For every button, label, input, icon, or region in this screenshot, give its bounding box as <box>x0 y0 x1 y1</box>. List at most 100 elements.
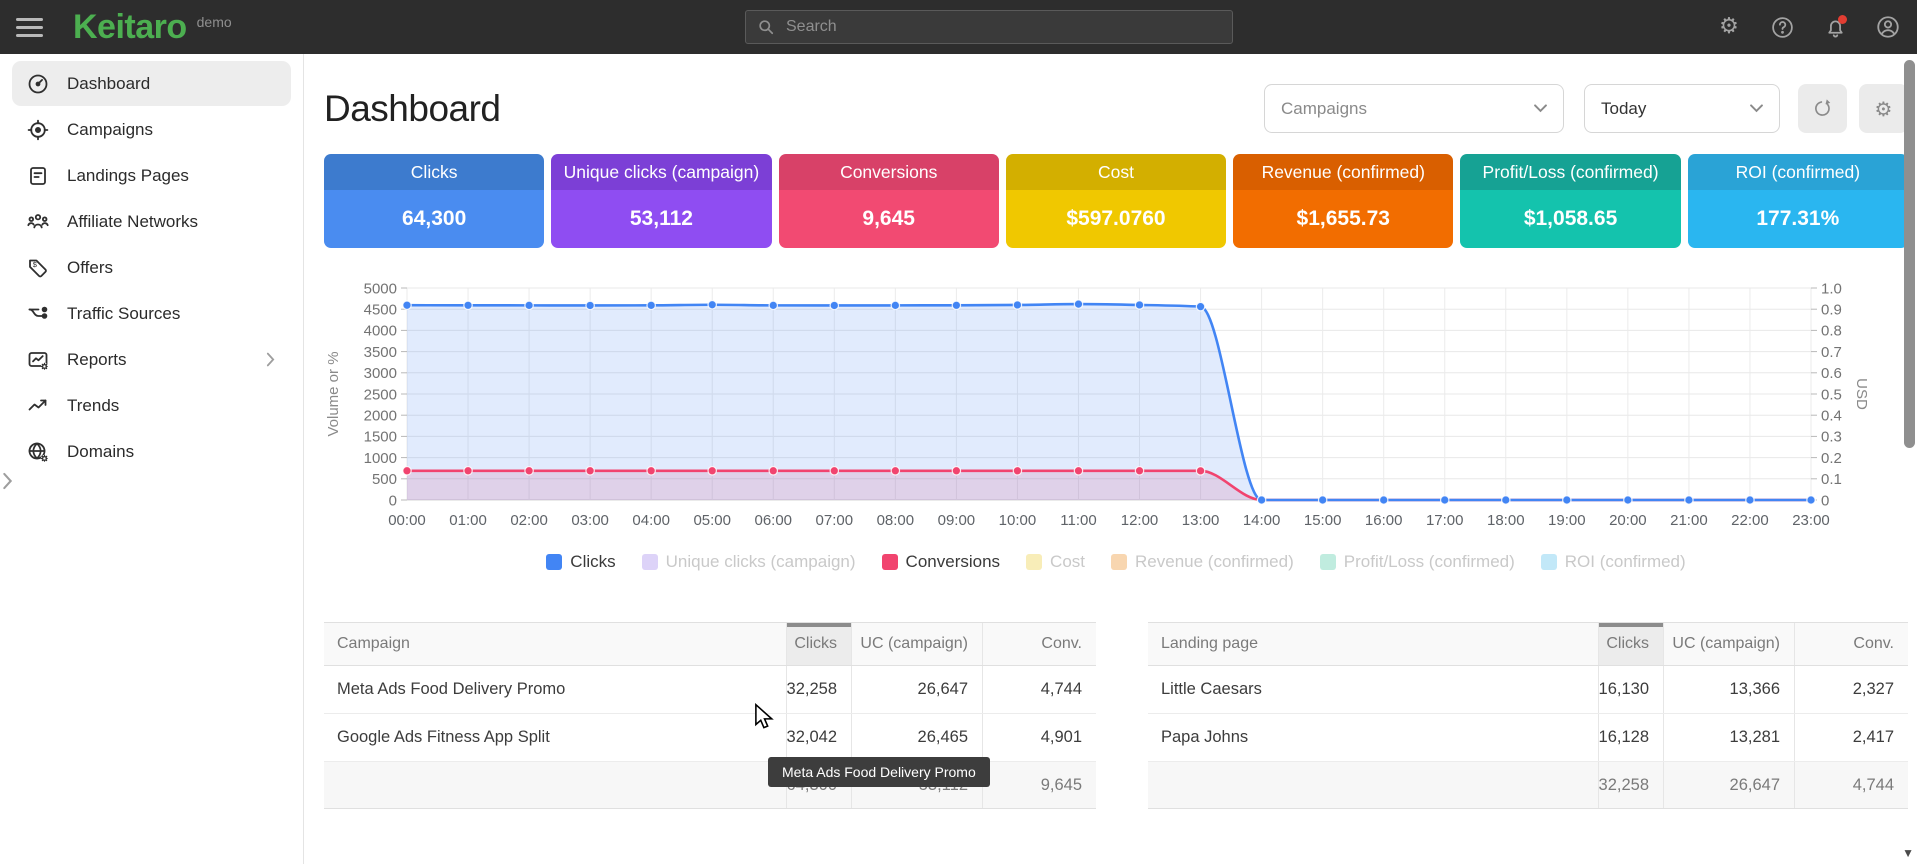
row-name[interactable]: Meta Ads Food Delivery Promo <box>324 666 786 713</box>
svg-text:0.3: 0.3 <box>1821 429 1842 446</box>
sidebar-item-dashboard[interactable]: Dashboard <box>12 61 291 106</box>
metric-card-roi-confirmed[interactable]: ROI (confirmed)177.31% <box>1688 154 1908 248</box>
chart-canvas: 5000450040003500300025002000150010005000… <box>324 270 1894 538</box>
svg-text:2000: 2000 <box>364 407 397 424</box>
main-content: Dashboard Campaigns Today ⚙ Clicks64,300… <box>304 54 1917 864</box>
svg-text:4000: 4000 <box>364 323 397 340</box>
total-clicks: 32,258 <box>1598 762 1663 808</box>
legend-item-unique-clicks-campaign[interactable]: Unique clicks (campaign) <box>642 552 856 572</box>
sidebar-item-domains[interactable]: Domains <box>12 429 291 474</box>
legend-swatch <box>546 554 562 570</box>
legend-swatch <box>642 554 658 570</box>
metric-cards: Clicks64,300Unique clicks (campaign)53,1… <box>324 154 1908 248</box>
sidebar-expand-chevron[interactable] <box>2 472 13 495</box>
cell-conv: 4,744 <box>982 666 1096 713</box>
svg-text:01:00: 01:00 <box>449 512 487 529</box>
dashboard-settings-button[interactable]: ⚙ <box>1859 84 1908 133</box>
legend-item-cost[interactable]: Cost <box>1026 552 1085 572</box>
metric-card-profit-loss-confirmed[interactable]: Profit/Loss (confirmed)$1,058.65 <box>1460 154 1680 248</box>
svg-text:05:00: 05:00 <box>693 512 731 529</box>
table-row: Google Ads Fitness App Split32,04226,465… <box>324 714 1096 762</box>
traffic-sources-icon <box>26 302 50 326</box>
domains-icon <box>26 440 50 464</box>
notifications-icon[interactable] <box>1822 14 1848 40</box>
account-icon[interactable] <box>1875 14 1901 40</box>
metric-card-cost[interactable]: Cost$597.0760 <box>1006 154 1226 248</box>
metric-card-value: 53,112 <box>551 190 771 248</box>
column-header-landing-page[interactable]: Landing page <box>1148 623 1598 665</box>
row-name[interactable]: Google Ads Fitness App Split <box>324 714 786 761</box>
svg-text:17:00: 17:00 <box>1426 512 1464 529</box>
column-header-conv[interactable]: Conv. <box>982 623 1096 665</box>
svg-text:500: 500 <box>372 471 397 488</box>
svg-text:0.7: 0.7 <box>1821 344 1842 361</box>
svg-text:1500: 1500 <box>364 429 397 446</box>
metric-card-value: 64,300 <box>324 190 544 248</box>
keitaro-logo[interactable]: Keitaro <box>73 8 187 47</box>
total-conv: 9,645 <box>982 762 1096 808</box>
sidebar-item-label: Campaigns <box>67 120 153 140</box>
legend-item-roi-confirmed[interactable]: ROI (confirmed) <box>1541 552 1686 572</box>
svg-text:12:00: 12:00 <box>1121 512 1159 529</box>
metric-card-label: Conversions <box>779 154 999 190</box>
column-header-clicks[interactable]: Clicks <box>1598 623 1663 665</box>
legend-label: Conversions <box>906 552 1001 572</box>
legend-label: Clicks <box>570 552 615 572</box>
legend-item-conversions[interactable]: Conversions <box>882 552 1001 572</box>
entity-filter-select[interactable]: Campaigns <box>1264 84 1564 133</box>
search-input[interactable] <box>786 18 1222 36</box>
svg-text:20:00: 20:00 <box>1609 512 1647 529</box>
svg-text:0.6: 0.6 <box>1821 365 1842 382</box>
svg-text:USD: USD <box>1853 378 1870 410</box>
column-header-campaign[interactable]: Campaign <box>324 623 786 665</box>
row-name[interactable]: Little Caesars <box>1148 666 1598 713</box>
metric-card-clicks[interactable]: Clicks64,300 <box>324 154 544 248</box>
refresh-button[interactable] <box>1798 84 1847 133</box>
date-range-select[interactable]: Today <box>1584 84 1780 133</box>
column-header-conv[interactable]: Conv. <box>1794 623 1908 665</box>
sidebar-item-label: Trends <box>67 396 119 416</box>
chart-legend: Clicks Unique clicks (campaign) Conversion… <box>324 552 1908 572</box>
table-row: Little Caesars16,13013,3662,327 <box>1148 666 1908 714</box>
svg-text:1000: 1000 <box>364 450 397 467</box>
legend-item-clicks[interactable]: Clicks <box>546 552 615 572</box>
row-name[interactable]: Papa Johns <box>1148 714 1598 761</box>
campaigns-icon <box>26 118 50 142</box>
entity-filter-value: Campaigns <box>1281 99 1367 119</box>
svg-text:0.1: 0.1 <box>1821 471 1842 488</box>
legend-item-profit-loss-confirmed[interactable]: Profit/Loss (confirmed) <box>1320 552 1515 572</box>
sidebar-item-campaigns[interactable]: Campaigns <box>12 107 291 152</box>
cell-uc: 13,281 <box>1663 714 1794 761</box>
dashboard-icon <box>26 72 50 96</box>
sidebar-item-trends[interactable]: Trends <box>12 383 291 428</box>
svg-text:00:00: 00:00 <box>388 512 426 529</box>
metric-card-conversions[interactable]: Conversions9,645 <box>779 154 999 248</box>
metric-card-value: $597.0760 <box>1006 190 1226 248</box>
sidebar-item-reports[interactable]: Reports <box>12 337 291 382</box>
svg-text:13:00: 13:00 <box>1182 512 1220 529</box>
sidebar-item-label: Domains <box>67 442 134 462</box>
metric-card-label: Clicks <box>324 154 544 190</box>
svg-text:03:00: 03:00 <box>571 512 609 529</box>
scrollbar-down-arrow[interactable]: ▼ <box>1902 846 1914 860</box>
metric-card-unique-clicks-campaign[interactable]: Unique clicks (campaign)53,112 <box>551 154 771 248</box>
settings-icon[interactable]: ⚙ <box>1716 14 1742 40</box>
legend-swatch <box>1541 554 1557 570</box>
traffic-chart: 5000450040003500300025002000150010005000… <box>324 270 1908 572</box>
hamburger-menu-icon[interactable] <box>16 18 43 37</box>
metric-card-revenue-confirmed[interactable]: Revenue (confirmed)$1,655.73 <box>1233 154 1453 248</box>
row-hover-tooltip: Meta Ads Food Delivery Promo <box>768 757 990 787</box>
column-header-uc-campaign[interactable]: UC (campaign) <box>851 623 982 665</box>
column-header-clicks[interactable]: Clicks <box>786 623 851 665</box>
metric-card-label: Profit/Loss (confirmed) <box>1460 154 1680 190</box>
sidebar-item-offers[interactable]: $Offers <box>12 245 291 290</box>
scrollbar-thumb[interactable] <box>1904 60 1915 448</box>
global-search[interactable] <box>745 10 1233 44</box>
help-icon[interactable] <box>1769 14 1795 40</box>
legend-item-revenue-confirmed[interactable]: Revenue (confirmed) <box>1111 552 1294 572</box>
reports-icon <box>26 348 50 372</box>
column-header-uc-campaign[interactable]: UC (campaign) <box>1663 623 1794 665</box>
sidebar-item-affiliate-networks[interactable]: Affiliate Networks <box>12 199 291 244</box>
sidebar-item-traffic-sources[interactable]: Traffic Sources <box>12 291 291 336</box>
sidebar-item-landings-pages[interactable]: Landings Pages <box>12 153 291 198</box>
